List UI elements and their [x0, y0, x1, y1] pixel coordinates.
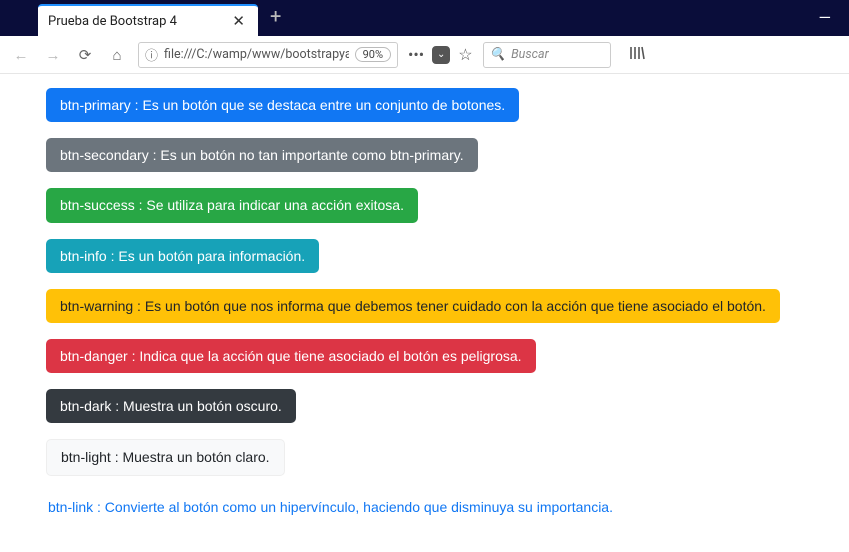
reload-icon[interactable]: ⟳ [74, 44, 96, 66]
back-icon[interactable]: ← [10, 44, 32, 66]
btn-danger[interactable]: btn-danger : Indica que la acción que ti… [46, 339, 536, 373]
bookmark-icon[interactable]: ☆ [458, 45, 472, 64]
search-placeholder: Buscar [511, 47, 549, 62]
btn-primary[interactable]: btn-primary : Es un botón que se destaca… [46, 88, 519, 122]
window-titlebar: Prueba de Bootstrap 4 ✕ + — [0, 0, 849, 36]
btn-link[interactable]: btn-link : Convierte al botón como un hi… [46, 492, 615, 522]
btn-secondary[interactable]: btn-secondary : Es un botón no tan impor… [46, 138, 478, 172]
page-action-icons: ••• ⌄ ☆ [408, 45, 473, 64]
browser-tab[interactable]: Prueba de Bootstrap 4 ✕ [38, 4, 258, 36]
btn-warning[interactable]: btn-warning : Es un botón que nos inform… [46, 289, 780, 323]
forward-icon[interactable]: → [42, 44, 64, 66]
nav-toolbar: ← → ⟳ ⌂ ⓘ file:///C:/wamp/www/bootstrapy… [0, 36, 849, 74]
more-icon[interactable]: ••• [408, 45, 424, 64]
zoom-badge[interactable]: 90% [355, 47, 391, 62]
btn-info[interactable]: btn-info : Es un botón para información. [46, 239, 319, 273]
pocket-icon[interactable]: ⌄ [432, 46, 450, 64]
library-icon[interactable] [629, 45, 645, 65]
search-box[interactable]: 🔍 Buscar [483, 42, 611, 68]
url-bar[interactable]: ⓘ file:///C:/wamp/www/bootstrapya/pa 90% [138, 42, 398, 68]
new-tab-icon[interactable]: + [270, 4, 281, 28]
home-icon[interactable]: ⌂ [106, 44, 128, 66]
btn-success[interactable]: btn-success : Se utiliza para indicar un… [46, 188, 418, 222]
minimize-icon[interactable]: — [819, 8, 832, 27]
tab-title: Prueba de Bootstrap 4 [48, 14, 229, 29]
page-content: btn-primary : Es un botón que se destaca… [0, 74, 849, 552]
close-tab-icon[interactable]: ✕ [229, 12, 248, 30]
site-info-icon[interactable]: ⓘ [145, 45, 158, 64]
btn-dark[interactable]: btn-dark : Muestra un botón oscuro. [46, 389, 296, 423]
btn-light[interactable]: btn-light : Muestra un botón claro. [46, 439, 285, 475]
window-controls: — [819, 8, 832, 27]
url-text: file:///C:/wamp/www/bootstrapya/pa [164, 47, 349, 62]
toolbar-right [629, 45, 645, 65]
search-icon: 🔍 [490, 47, 506, 62]
